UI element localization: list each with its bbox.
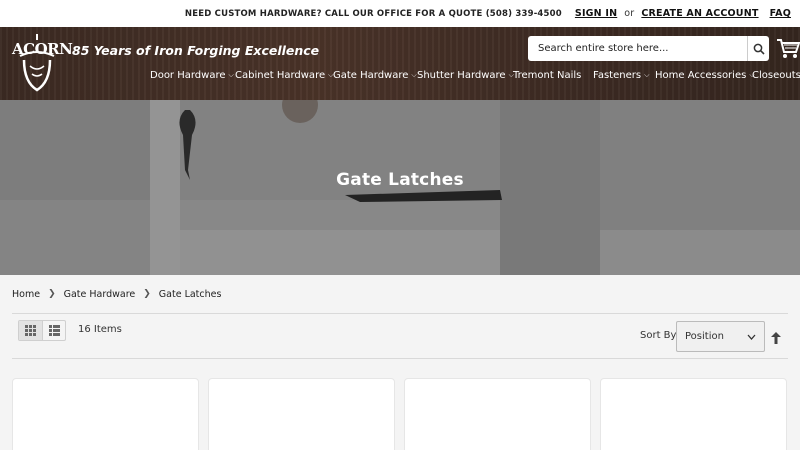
breadcrumb: Home ❯ Gate Hardware ❯ Gate Latches — [0, 275, 800, 313]
create-account-link[interactable]: CREATE AN ACCOUNT — [641, 8, 758, 19]
sign-in-link[interactable]: SIGN IN — [575, 8, 617, 19]
chevron-down-icon — [747, 334, 756, 340]
chevron-right-icon: ❯ — [48, 289, 56, 299]
nav-shutter-hardware[interactable]: Shutter Hardware ⌵ — [417, 70, 514, 81]
acorn-logo[interactable]: ACORN — [12, 32, 73, 92]
chevron-down-icon: ⌵ — [749, 71, 755, 79]
item-count: 16 Items — [78, 324, 122, 335]
chevron-down-icon: ⌵ — [411, 71, 417, 79]
product-card[interactable] — [208, 378, 395, 450]
grid-icon — [25, 325, 36, 336]
category-hero-banner: Gate Latches — [0, 100, 800, 275]
search-input[interactable]: Search entire store here... — [528, 43, 747, 54]
nav-gate-hardware[interactable]: Gate Hardware ⌵ — [333, 70, 417, 81]
nav-home-accessories[interactable]: Home Accessories ⌵ — [655, 70, 755, 81]
logo-wordmark: ACORN — [12, 40, 73, 58]
sort-by-select[interactable]: Position — [676, 321, 765, 352]
grid-view-button[interactable] — [19, 321, 42, 340]
product-card[interactable] — [404, 378, 591, 450]
nav-closeouts[interactable]: Closeouts — [752, 70, 800, 81]
or-separator: or — [624, 8, 635, 19]
chevron-right-icon: ❯ — [143, 289, 151, 299]
sort-direction-button[interactable] — [771, 329, 781, 344]
breadcrumb-gate-hardware[interactable]: Gate Hardware — [64, 289, 136, 300]
arrow-up-icon — [771, 332, 781, 344]
sort-by-label: Sort By — [640, 330, 677, 341]
main-navigation: Door Hardware ⌵ Cabinet Hardware ⌵ Gate Ha… — [150, 70, 800, 81]
nav-door-hardware[interactable]: Door Hardware ⌵ — [150, 70, 235, 81]
breadcrumb-current: Gate Latches — [158, 288, 222, 300]
search-button[interactable] — [747, 36, 769, 61]
view-mode-switcher — [18, 320, 66, 341]
breadcrumb-home[interactable]: Home — [12, 289, 40, 300]
cart-icon — [777, 39, 800, 58]
chevron-down-icon: ⌵ — [328, 71, 334, 79]
chevron-down-icon: ⌵ — [508, 71, 514, 79]
chevron-down-icon: ⌵ — [644, 71, 650, 79]
tagline: 85 Years of Iron Forging Excellence — [72, 43, 320, 58]
product-card[interactable] — [600, 378, 787, 450]
cart-button[interactable] — [776, 36, 800, 60]
search-icon — [753, 43, 765, 55]
product-card[interactable] — [12, 378, 199, 450]
product-grid — [0, 359, 800, 450]
nav-cabinet-hardware[interactable]: Cabinet Hardware ⌵ — [235, 70, 333, 81]
faq-link[interactable]: FAQ — [770, 8, 791, 19]
site-header: ACORN 85 Years of Iron Forging Excellenc… — [0, 27, 800, 100]
list-view-button[interactable] — [42, 321, 65, 340]
custom-hardware-notice: NEED CUSTOM HARDWARE? CALL OUR OFFICE FO… — [184, 8, 562, 19]
product-toolbar: 16 Items Sort By Position — [0, 314, 800, 358]
nav-fasteners[interactable]: Fasteners ⌵ — [593, 70, 655, 81]
nav-tremont-nails[interactable]: Tremont Nails — [513, 70, 593, 81]
top-utility-bar: NEED CUSTOM HARDWARE? CALL OUR OFFICE FO… — [0, 0, 800, 27]
list-icon — [48, 325, 60, 336]
search-box[interactable]: Search entire store here... — [528, 36, 769, 61]
sort-by-value: Position — [685, 331, 724, 342]
page-title: Gate Latches — [336, 170, 464, 190]
chevron-down-icon: ⌵ — [228, 71, 234, 79]
